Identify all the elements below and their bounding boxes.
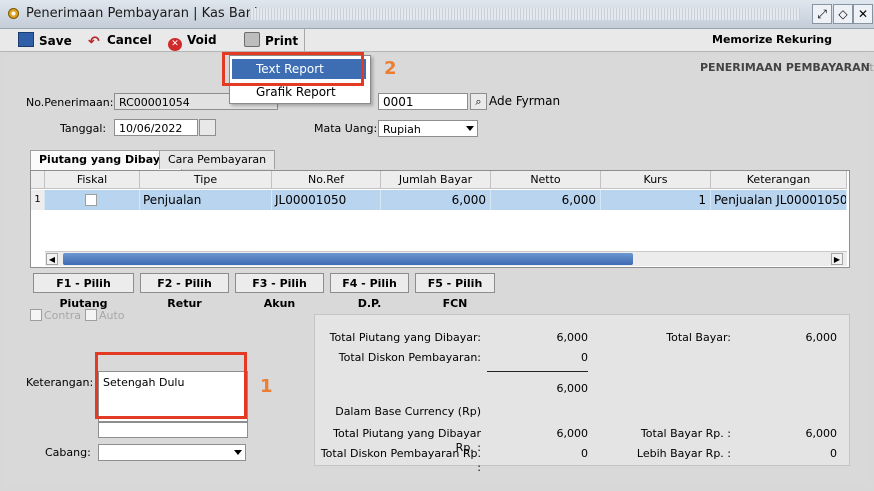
pilih-dp-button[interactable]: F4 - Pilih D.P. <box>330 273 409 310</box>
table-row-cell[interactable]: 6,000 <box>381 190 491 210</box>
void-icon: ✕ <box>168 38 182 51</box>
undo-icon: ↶ <box>88 34 100 50</box>
auto-label: Auto <box>99 309 125 322</box>
restore-icon[interactable]: ⤢ <box>812 4 832 24</box>
annotation-number-1: 1 <box>260 376 273 397</box>
total-piutang-rp-value: 6,000 <box>556 427 589 440</box>
window-title: Penerimaan Pembayaran | Kas Bank <box>26 6 262 21</box>
table-row-cell[interactable]: Penjualan <box>140 190 272 210</box>
table-row-cell[interactable]: Penjualan JL00001050 <box>711 190 847 210</box>
total-piutang-value: 6,000 <box>556 331 589 344</box>
column-header[interactable]: Keterangan <box>711 171 847 189</box>
cabang-label: Cabang: <box>45 446 91 459</box>
annotation-box-2 <box>222 52 364 86</box>
total-diskon-rp-value: 0 <box>581 447 588 460</box>
piutang-grid: Fiskal Tipe No.Ref Jumlah Bayar Netto Ku… <box>30 170 850 268</box>
total-diskon-rp-label: Total Diskon Pembayaran Rp. : <box>320 447 481 474</box>
memorize-button[interactable]: Memorize <box>712 32 772 48</box>
column-header[interactable]: Fiskal <box>45 171 140 189</box>
summary-panel: Total Piutang yang Dibayar: 6,000 Total … <box>314 314 850 474</box>
pilih-fcn-button[interactable]: F5 - Pilih FCN <box>415 273 495 310</box>
total-piutang-rp-label: Total Piutang yang Dibayar Rp. : <box>333 427 481 454</box>
auto-checkbox[interactable] <box>85 309 97 321</box>
row-number-header <box>31 171 45 189</box>
total-bayar-label: Total Bayar: <box>666 331 731 344</box>
table-row-cell[interactable] <box>45 190 140 210</box>
total-bayar-rp-label: Total Bayar Rp. : <box>640 427 731 440</box>
column-header[interactable]: Jumlah Bayar <box>381 171 491 189</box>
tanggal-field[interactable]: 10/06/2022 <box>114 119 198 136</box>
rekuring-button[interactable]: Rekuring <box>776 32 832 48</box>
chevron-down-icon <box>234 450 242 455</box>
no-penerimaan-label: No.Penerimaan: <box>26 96 114 109</box>
printer-icon <box>244 32 260 47</box>
close-icon[interactable]: ✕ <box>853 4 873 24</box>
total-diskon-value: 0 <box>581 351 588 364</box>
total-bayar-value: 6,000 <box>805 331 838 344</box>
save-button[interactable]: Save <box>18 32 72 48</box>
keterangan-extra-field[interactable] <box>98 422 248 438</box>
pilih-piutang-button[interactable]: F1 - Pilih Piutang <box>33 273 134 310</box>
total-piutang-label: Total Piutang yang Dibayar: <box>329 331 481 344</box>
scroll-left-icon[interactable]: ◀ <box>46 253 58 265</box>
cancel-button[interactable]: ↶ Cancel <box>88 32 152 50</box>
print-button[interactable]: Print <box>244 32 298 48</box>
base-currency-label: Dalam Base Currency (Rp) <box>335 405 481 418</box>
lebih-bayar-rp-value: 0 <box>830 447 837 460</box>
annotation-box-1 <box>95 352 247 419</box>
title-bar-grip <box>250 8 800 20</box>
cabang-select[interactable] <box>98 444 246 461</box>
void-button[interactable]: ✕ Void <box>168 32 217 51</box>
section-title: PENERIMAAN PEMBAYARAN <box>700 61 870 74</box>
table-row-cell[interactable]: JL00001050 <box>272 190 381 210</box>
customer-name: Ade Fyrman <box>489 94 561 108</box>
maximize-icon[interactable]: ◇ <box>833 4 853 24</box>
column-header[interactable]: Tipe <box>140 171 272 189</box>
mata-uang-label: Mata Uang: <box>314 122 378 135</box>
toolbar: Save ↶ Cancel ✕ Void Print Memorize Rekuri… <box>0 29 874 75</box>
column-header[interactable]: No.Ref <box>272 171 381 189</box>
chevron-down-icon <box>466 126 474 131</box>
lebih-bayar-rp-label: Lebih Bayar Rp. : <box>636 447 731 460</box>
mata-uang-select[interactable]: Rupiah <box>378 120 478 137</box>
pilih-retur-button[interactable]: F2 - Pilih Retur <box>140 273 229 310</box>
search-icon[interactable]: ⌕ <box>470 93 487 110</box>
annotation-number-2: 2 <box>384 58 397 79</box>
table-row-cell[interactable]: 1 <box>601 190 711 210</box>
gear-icon <box>8 8 19 19</box>
table-row-cell[interactable]: 6,000 <box>491 190 601 210</box>
title-bar: Penerimaan Pembayaran | Kas Bank ⤢ ◇ ✕ <box>0 0 874 29</box>
contra-label: Contra <box>44 309 81 322</box>
scrollbar-thumb[interactable] <box>63 253 633 265</box>
subtotal-value: 6,000 <box>556 382 589 395</box>
pilih-akun-button[interactable]: F3 - Pilih Akun <box>235 273 324 310</box>
fiskal-checkbox[interactable] <box>85 194 97 206</box>
calendar-icon[interactable] <box>199 119 216 136</box>
column-header[interactable]: Netto <box>491 171 601 189</box>
customer-code-field[interactable]: 0001 <box>378 93 468 110</box>
tanggal-label: Tanggal: <box>60 122 107 135</box>
tab-cara-pembayaran[interactable]: Cara Pembayaran <box>159 150 276 169</box>
keterangan-label: Keterangan: <box>26 376 94 389</box>
horizontal-scrollbar[interactable]: ◀ ▶ <box>45 251 847 266</box>
floppy-disk-icon <box>18 32 34 47</box>
subtotal-divider <box>487 371 588 372</box>
toolbar-divider <box>304 29 305 51</box>
column-header[interactable]: Kurs <box>601 171 711 189</box>
row-number: 1 <box>31 190 45 210</box>
scroll-right-icon[interactable]: ▶ <box>831 253 843 265</box>
total-bayar-rp-value: 6,000 <box>805 427 838 440</box>
total-diskon-label: Total Diskon Pembayaran: <box>338 351 481 364</box>
contra-checkbox[interactable] <box>30 309 42 321</box>
